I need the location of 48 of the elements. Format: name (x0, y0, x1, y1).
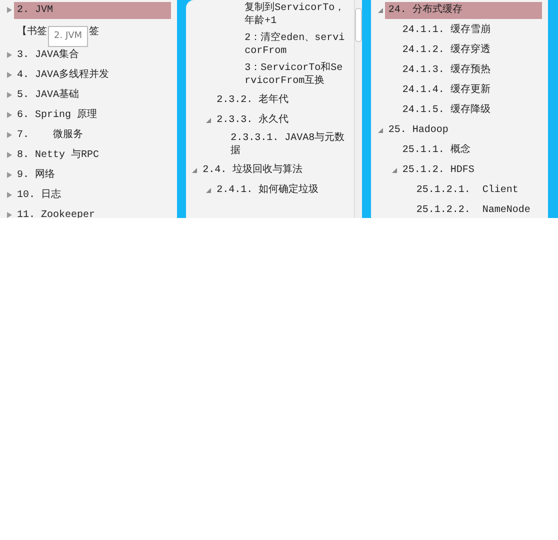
expanded-icon[interactable] (192, 167, 198, 173)
tree-item[interactable]: 6. Spring 原理 (14, 106, 171, 124)
tree-item[interactable]: 复制到ServicorTo，年龄+1 (242, 0, 348, 30)
collapsed-icon[interactable] (6, 172, 12, 178)
tree-item[interactable]: 2.3.2. 老年代 (214, 92, 348, 108)
collapsed-icon[interactable] (6, 72, 12, 78)
tree-item[interactable]: 24.1.4. 缓存更新 (399, 82, 542, 98)
expanded-icon[interactable] (378, 127, 383, 133)
tree-item[interactable]: 7. 微服务 (14, 126, 171, 144)
tree-item[interactable]: 5. JAVA基础 (14, 86, 171, 104)
collapsed-icon[interactable] (6, 112, 12, 118)
tree-item[interactable]: 2.3.3. 永久代 (214, 112, 348, 128)
collapsed-icon[interactable] (6, 192, 12, 198)
tree-item[interactable]: 24.1.1. 缓存雪崩 (399, 22, 542, 38)
collapsed-icon[interactable] (6, 152, 12, 158)
tree-item[interactable]: 25.1.2.2. NameNode (413, 202, 542, 218)
expanded-icon[interactable] (378, 7, 383, 13)
expanded-icon[interactable] (206, 117, 212, 123)
collapsed-icon[interactable] (6, 52, 12, 58)
tree-item[interactable]: 25.1.2.1. Client (413, 182, 542, 198)
tree-item[interactable]: 10. 日志 (14, 186, 171, 204)
tree-item[interactable]: 2：清空eden、servicorFrom (242, 30, 348, 60)
bookmark-label-end: 签 (89, 27, 100, 38)
tree-item[interactable]: 2.4. 垃圾回收与算法 (200, 162, 348, 178)
tree-item[interactable]: 9. 网络 (14, 166, 171, 184)
collapsed-icon[interactable] (6, 212, 12, 218)
bookmark-label[interactable]: 【书签 (17, 27, 47, 38)
tree-item[interactable]: 25. Hadoop (385, 122, 542, 138)
tree-item[interactable]: 3：ServicorTo和ServicorFrom互换 (242, 60, 348, 90)
collapsed-icon[interactable] (6, 92, 12, 98)
tree-item[interactable]: 25.1.1. 概念 (399, 142, 542, 158)
tree-item[interactable]: 8. Netty 与RPC (14, 146, 171, 164)
tree-item[interactable]: 24.1.5. 缓存降级 (399, 102, 542, 118)
tree-item[interactable]: 2.4.1. 如何确定垃圾 (214, 182, 348, 198)
collapsed-icon[interactable] (6, 7, 12, 13)
expanded-icon[interactable] (392, 167, 397, 173)
tree-item[interactable]: 24.1.3. 缓存预热 (399, 62, 542, 78)
tree-item[interactable]: 3. JAVA集合 (14, 46, 171, 64)
tree-item[interactable]: 24.1.2. 缓存穿透 (399, 42, 542, 58)
tooltip: 2. JVM (48, 26, 88, 47)
expanded-icon[interactable] (206, 187, 212, 193)
tree-item[interactable]: 24. 分布式缓存 (385, 2, 542, 18)
tree-item[interactable]: 2. JVM (14, 2, 171, 18)
scrollbar[interactable] (354, 0, 362, 218)
tree-item[interactable]: 2.3.3.1. JAVA8与元数据 (228, 130, 348, 160)
collapsed-icon[interactable] (6, 132, 12, 138)
tree-item[interactable]: 4. JAVA多线程并发 (14, 66, 171, 84)
tree-item[interactable]: 25.1.2. HDFS (399, 162, 542, 178)
